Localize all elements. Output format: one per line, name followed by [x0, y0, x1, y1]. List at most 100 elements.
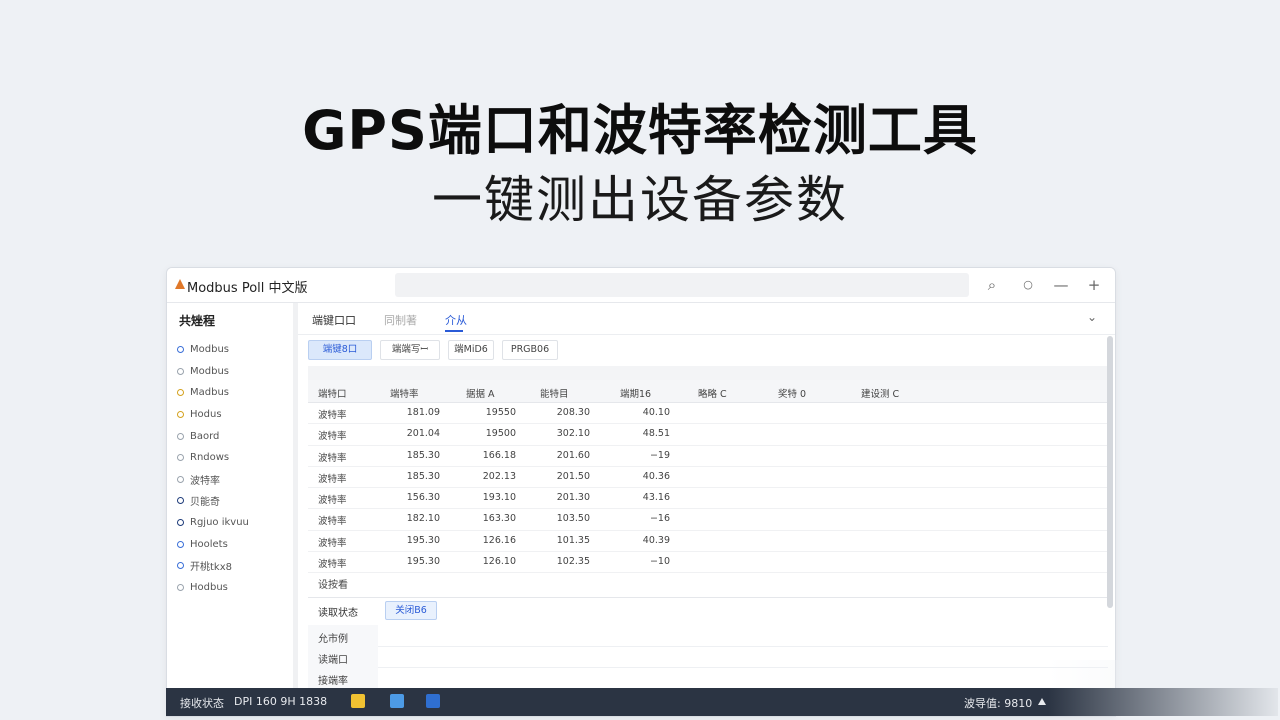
list-item[interactable]: 允市例 [318, 630, 348, 645]
column-header[interactable]: 略略 C [698, 386, 727, 400]
status-dot-icon [177, 389, 184, 397]
app-logo-icon [175, 279, 185, 289]
subtab-2[interactable]: 端端写ꟷ [380, 340, 440, 360]
sidebar-item[interactable]: Hodbus [177, 577, 249, 599]
sidebar-header: 共矬程 [179, 314, 216, 328]
hero-subtitle: 一键测出设备参数 [432, 171, 848, 229]
sidebar-item[interactable]: Rgjuo ikvuu [177, 512, 249, 534]
table-cell: 40.10 [642, 407, 670, 418]
table-cell: 156.30 [406, 492, 440, 504]
search-icon[interactable]: ⌕ [981, 274, 1003, 296]
table-cell: 波特率 [318, 559, 347, 571]
sidebar-item-label: Rndows [190, 452, 230, 464]
divider [308, 597, 1108, 598]
sidebar-item[interactable]: Baord [177, 425, 249, 447]
list-item[interactable]: 读端口 [318, 651, 348, 666]
restore-icon[interactable]: ○ [1017, 274, 1039, 296]
sidebar-item[interactable]: Modbus [177, 339, 249, 361]
table-row[interactable]: 波特率 156.30 193.10 201.30 43.16 [308, 488, 1108, 510]
table-cell: −19 [649, 449, 670, 461]
table-row[interactable]: 波特率 182.10 163.30 103.50 −16 [308, 509, 1108, 531]
subtab-1[interactable]: 端键8口 [308, 340, 372, 360]
table-cell: 208.30 [556, 407, 590, 418]
subtab-4[interactable]: PRGB06 [502, 340, 558, 360]
table-cell: 302.10 [556, 428, 590, 440]
table-cell: 202.13 [482, 470, 516, 482]
table-cell: 波特率 [318, 537, 347, 549]
app-icon[interactable] [426, 694, 440, 708]
window-icon[interactable] [390, 694, 404, 708]
folder-icon[interactable] [351, 694, 365, 708]
table-body: 波特率 181.09 19550 208.30 40.10 波特率 201.04 19500 3… [308, 403, 1108, 574]
vertical-scrollbar[interactable] [1107, 336, 1113, 608]
table-row[interactable]: 波特率 185.30 166.18 201.60 −19 [308, 446, 1108, 467]
table-row[interactable]: 波特率 185.30 202.13 201.50 40.36 [308, 467, 1108, 489]
table-row[interactable]: 波特率 201.04 19500 302.10 48.51 [308, 424, 1108, 446]
statusbar-right-text: 波导值: 9810 [964, 697, 1033, 710]
column-header[interactable]: 建设测 C [861, 386, 899, 400]
table-row[interactable]: 波特率 195.30 126.16 101.35 40.39 [308, 531, 1108, 553]
sidebar-item[interactable]: Modbus [177, 361, 249, 383]
tab-intro[interactable]: 介从 [445, 312, 467, 328]
title-search-box[interactable] [395, 273, 969, 297]
minimize-icon[interactable]: — [1050, 274, 1072, 296]
sidebar-item-label: 波特率 [190, 475, 220, 487]
table-cell: 201.30 [556, 492, 590, 504]
tray-arrow-icon[interactable] [1038, 698, 1046, 705]
app-window: Modbus Poll 中文版 ⌕ ○ — + 共矬程 Modbus Modbus… [166, 267, 1116, 717]
column-header[interactable]: 端特率 [390, 386, 419, 400]
table-cell: 40.39 [642, 534, 670, 546]
status-dot-icon [177, 497, 184, 505]
status-dot-icon [177, 583, 184, 591]
add-icon[interactable]: + [1083, 274, 1105, 296]
table-cell: 40.36 [642, 470, 670, 482]
sidebar-item-label: Hodbus [190, 581, 228, 593]
row-divider [378, 646, 1108, 647]
column-header[interactable]: 据据 A [466, 386, 495, 400]
sidebar-list: Modbus Modbus Madbus Hodus Baord Rndows 波特率贝能奇… [177, 339, 249, 598]
column-header[interactable]: 能特目 [540, 386, 569, 400]
column-header[interactable]: 端特口 [318, 386, 347, 400]
tab-sync[interactable]: 同制著 [384, 312, 417, 328]
table-cell: 185.30 [406, 449, 440, 461]
sidebar-item[interactable]: 开桃tkx8 [177, 555, 249, 577]
subtab-3[interactable]: 端MiD6 [448, 340, 494, 360]
column-header[interactable]: 奖特 0 [778, 386, 806, 400]
settings-label: 设按看 [318, 580, 348, 591]
sidebar-item[interactable]: Hodus [177, 404, 249, 426]
sidebar-item[interactable]: Hoolets [177, 533, 249, 555]
main-panel: 端键口口 同制著 介从 ⌄ 端键8口 端端写ꟷ 端MiD6 PRGB06 端特口… [298, 303, 1115, 688]
table-cell: 185.30 [406, 470, 440, 482]
table-cell: 波特率 [318, 473, 347, 485]
tab-ports[interactable]: 端键口口 [312, 312, 356, 328]
table-cell: 波特率 [318, 452, 347, 464]
list-item[interactable]: 接端率 [318, 672, 348, 687]
table-cell: 126.16 [482, 534, 516, 546]
statusbar-label: 接收状态 [180, 697, 224, 710]
sidebar: 共矬程 Modbus Modbus Madbus Hodus Baord Rndows 波特… [167, 303, 298, 688]
chevron-down-icon[interactable]: ⌄ [1087, 310, 1097, 324]
table-cell: 波特率 [318, 431, 347, 443]
sidebar-item[interactable]: Madbus [177, 382, 249, 404]
table-cell: 19500 [485, 428, 516, 440]
sidebar-item[interactable]: Rndows [177, 447, 249, 469]
sidebar-item[interactable]: 贝能奇 [177, 490, 249, 512]
sidebar-item[interactable]: 波特率 [177, 469, 249, 491]
table-cell: 126.10 [482, 556, 516, 568]
table-cell: 102.35 [556, 556, 590, 568]
grid-band [308, 366, 1108, 380]
title-bar: Modbus Poll 中文版 ⌕ ○ — + [167, 268, 1115, 303]
column-header[interactable]: 端期16 [620, 386, 651, 400]
status-dot-icon [177, 519, 184, 527]
status-badge[interactable]: 关闭B6 [385, 601, 437, 620]
sidebar-item-label: Hoolets [190, 538, 228, 550]
table-cell: 波特率 [318, 410, 347, 421]
sidebar-item-label: Madbus [190, 387, 229, 399]
table-cell: 101.35 [556, 534, 590, 546]
table-row[interactable]: 波特率 181.09 19550 208.30 40.10 [308, 403, 1108, 425]
table-row[interactable]: 波特率 195.30 126.10 102.35 −10 [308, 552, 1108, 574]
sidebar-item-label: 开桃tkx8 [190, 562, 232, 574]
status-label: 读取状态 [318, 608, 358, 619]
sidebar-item-label: Hodus [190, 409, 222, 421]
status-dot-icon [177, 346, 184, 354]
